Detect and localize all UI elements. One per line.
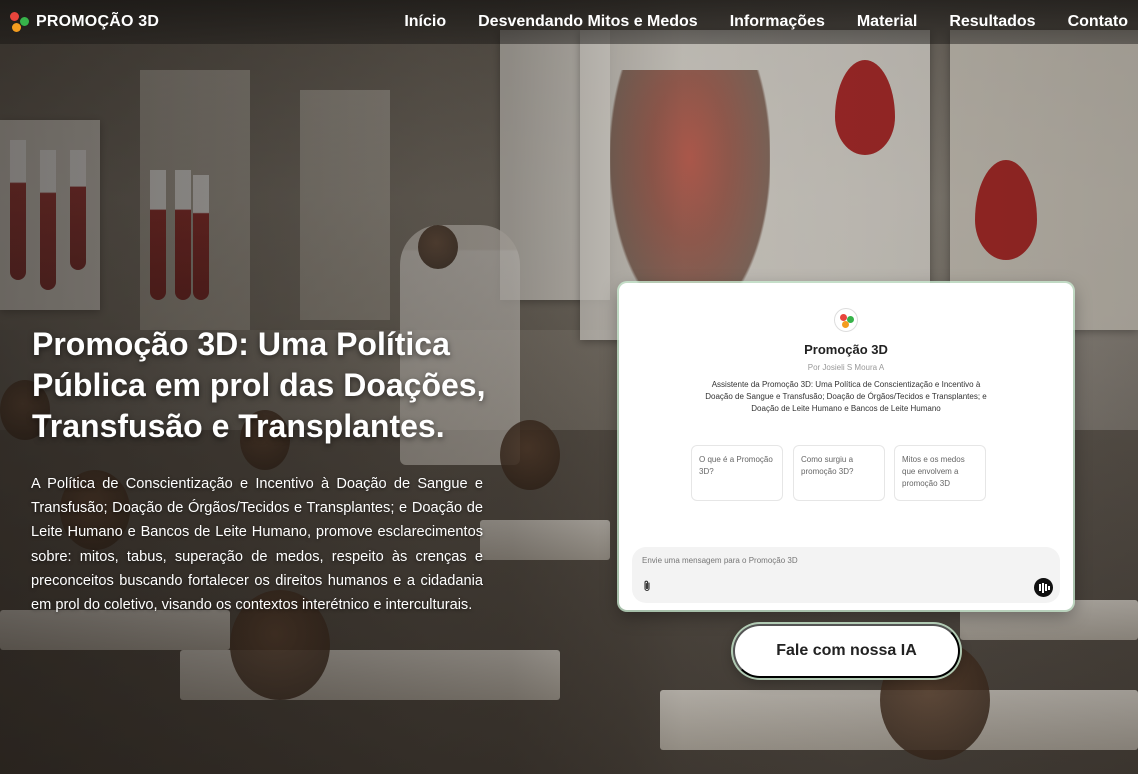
brand-dots-icon	[10, 12, 30, 32]
nav-item-mitos-medos[interactable]: Desvendando Mitos e Medos	[478, 13, 698, 31]
paperclip-icon[interactable]	[642, 580, 652, 592]
hero-title: Promoção 3D: Uma Política Pública em pro…	[32, 326, 486, 444]
message-placeholder: Envie uma mensagem para o Promoção 3D	[642, 556, 798, 565]
assistant-description: Assistente da Promoção 3D: Uma Política …	[705, 380, 987, 413]
nav-item-material[interactable]: Material	[857, 13, 917, 31]
ai-chat-preview[interactable]: Promoção 3D Por Josieli S Moura A Assist…	[619, 283, 1073, 610]
nav-item-informacoes[interactable]: Informações	[730, 13, 825, 31]
talk-to-ai-button[interactable]: Fale com nossa IA	[733, 624, 960, 678]
main-menu: Início Desvendando Mitos e Medos Informa…	[404, 13, 1128, 31]
brand-logo[interactable]: PROMOÇÃO 3D	[10, 12, 159, 32]
assistant-author: Por Josieli S Moura A	[807, 363, 885, 372]
suggestion-chip[interactable]: O que é a Promoção 3D?	[691, 445, 783, 501]
assistant-name: Promoção 3D	[804, 342, 888, 357]
suggestion-chip[interactable]: Como surgiu a promoção 3D?	[793, 445, 885, 501]
nav-item-resultados[interactable]: Resultados	[949, 13, 1035, 31]
nav-item-contato[interactable]: Contato	[1068, 13, 1128, 31]
nav-item-inicio[interactable]: Início	[404, 13, 446, 31]
suggestion-chip[interactable]: Mitos e os medos que envolvem a promoção…	[894, 445, 986, 501]
top-navbar: PROMOÇÃO 3D Início Desvendando Mitos e M…	[0, 0, 1138, 44]
brand-name: PROMOÇÃO 3D	[36, 13, 160, 30]
assistant-avatar-icon	[834, 308, 858, 332]
hero-description: A Política de Conscientização e Incentiv…	[31, 476, 483, 614]
message-input[interactable]: Envie uma mensagem para o Promoção 3D	[632, 547, 1060, 603]
voice-input-icon[interactable]	[1034, 578, 1053, 597]
